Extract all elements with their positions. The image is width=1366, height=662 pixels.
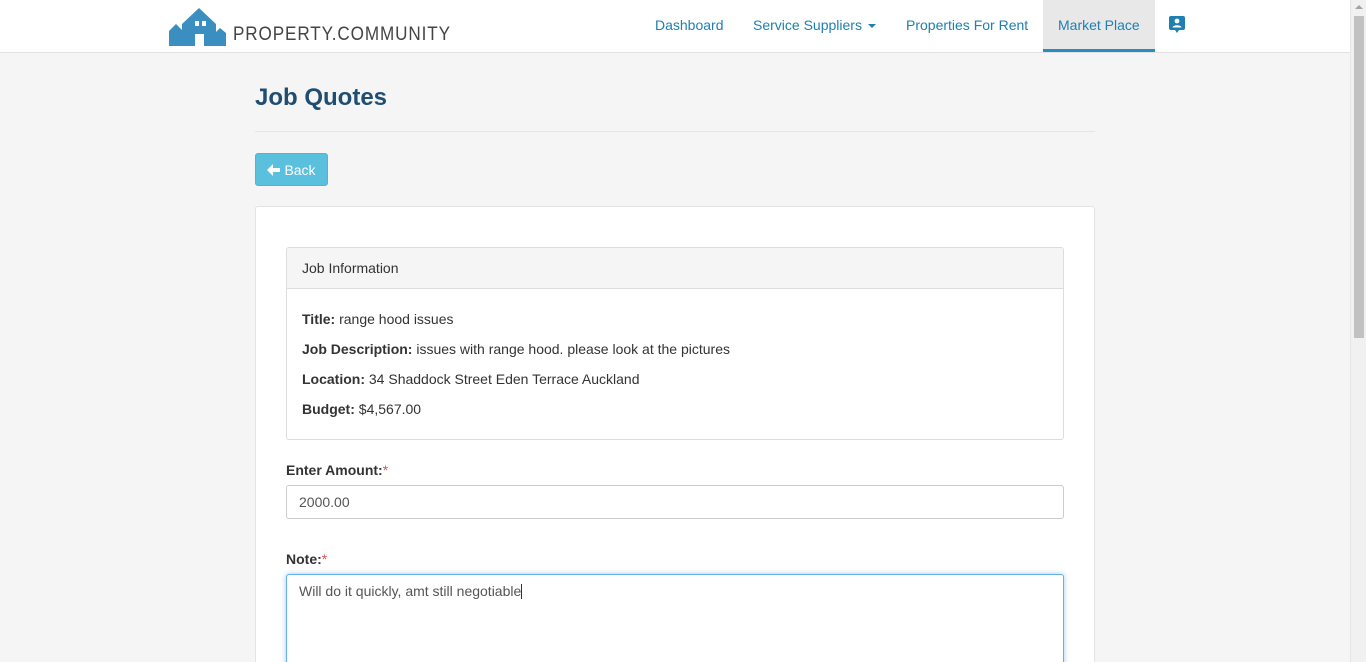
scroll-up-icon[interactable] — [1355, 5, 1363, 9]
amount-input[interactable]: 2000.00 — [286, 485, 1064, 519]
required-mark: * — [382, 462, 389, 478]
required-mark: * — [321, 551, 328, 567]
job-description-label: Job Description: — [302, 341, 413, 357]
scroll-thumb[interactable] — [1354, 16, 1364, 338]
job-budget-value: $4,567.00 — [358, 401, 422, 417]
nav-market-place[interactable]: Market Place — [1043, 0, 1155, 52]
nav-market-place-label: Market Place — [1058, 17, 1140, 33]
arrow-left-icon — [267, 163, 281, 176]
brand-logo[interactable]: PROPERTY.COMMUNITY — [169, 4, 475, 46]
contact-card-icon[interactable] — [1169, 16, 1185, 37]
houses-logo-icon — [169, 8, 226, 46]
job-title-row: Title: range hood issues — [302, 311, 454, 327]
note-label-text: Note: — [286, 551, 322, 567]
note-textarea[interactable]: Will do it quickly, amt still negotiable — [286, 574, 1064, 662]
text-cursor — [521, 584, 523, 599]
page-scrollbar[interactable] — [1350, 0, 1366, 662]
job-information-heading: Job Information — [287, 248, 1063, 289]
note-label: Note:* — [286, 551, 327, 567]
job-location-label: Location: — [302, 371, 365, 387]
page-title: Job Quotes — [255, 84, 388, 111]
back-button-label: Back — [284, 161, 316, 178]
amount-label-text: Enter Amount: — [286, 462, 383, 478]
nav-service-suppliers[interactable]: Service Suppliers — [738, 0, 891, 52]
amount-label: Enter Amount:* — [286, 462, 388, 478]
job-location-value: 34 Shaddock Street Eden Terrace Auckland — [368, 371, 640, 387]
job-description-row: Job Description: issues with range hood.… — [302, 341, 730, 357]
nav-dashboard[interactable]: Dashboard — [640, 0, 739, 52]
brand-name: PROPERTY.COMMUNITY — [233, 24, 451, 45]
job-location-row: Location: 34 Shaddock Street Eden Terrac… — [302, 371, 639, 387]
job-description-value: issues with range hood. please look at t… — [416, 341, 730, 357]
nav-properties-for-rent[interactable]: Properties For Rent — [891, 0, 1043, 52]
caret-down-icon — [867, 24, 876, 29]
job-budget-label: Budget: — [302, 401, 355, 417]
nav-service-suppliers-label: Service Suppliers — [753, 17, 862, 33]
top-navbar: PROPERTY.COMMUNITY Dashboard Service Sup… — [0, 0, 1350, 53]
title-divider — [255, 131, 1095, 132]
job-title-value: range hood issues — [339, 311, 454, 327]
nav-properties-for-rent-label: Properties For Rent — [906, 17, 1029, 33]
job-information-panel: Job Information Title: range hood issues… — [286, 247, 1064, 440]
nav-dashboard-label: Dashboard — [655, 17, 724, 33]
note-text: Will do it quickly, amt still negotiable — [299, 583, 522, 599]
back-button[interactable]: Back — [255, 153, 328, 186]
job-title-label: Title: — [302, 311, 336, 327]
job-budget-row: Budget: $4,567.00 — [302, 401, 421, 417]
